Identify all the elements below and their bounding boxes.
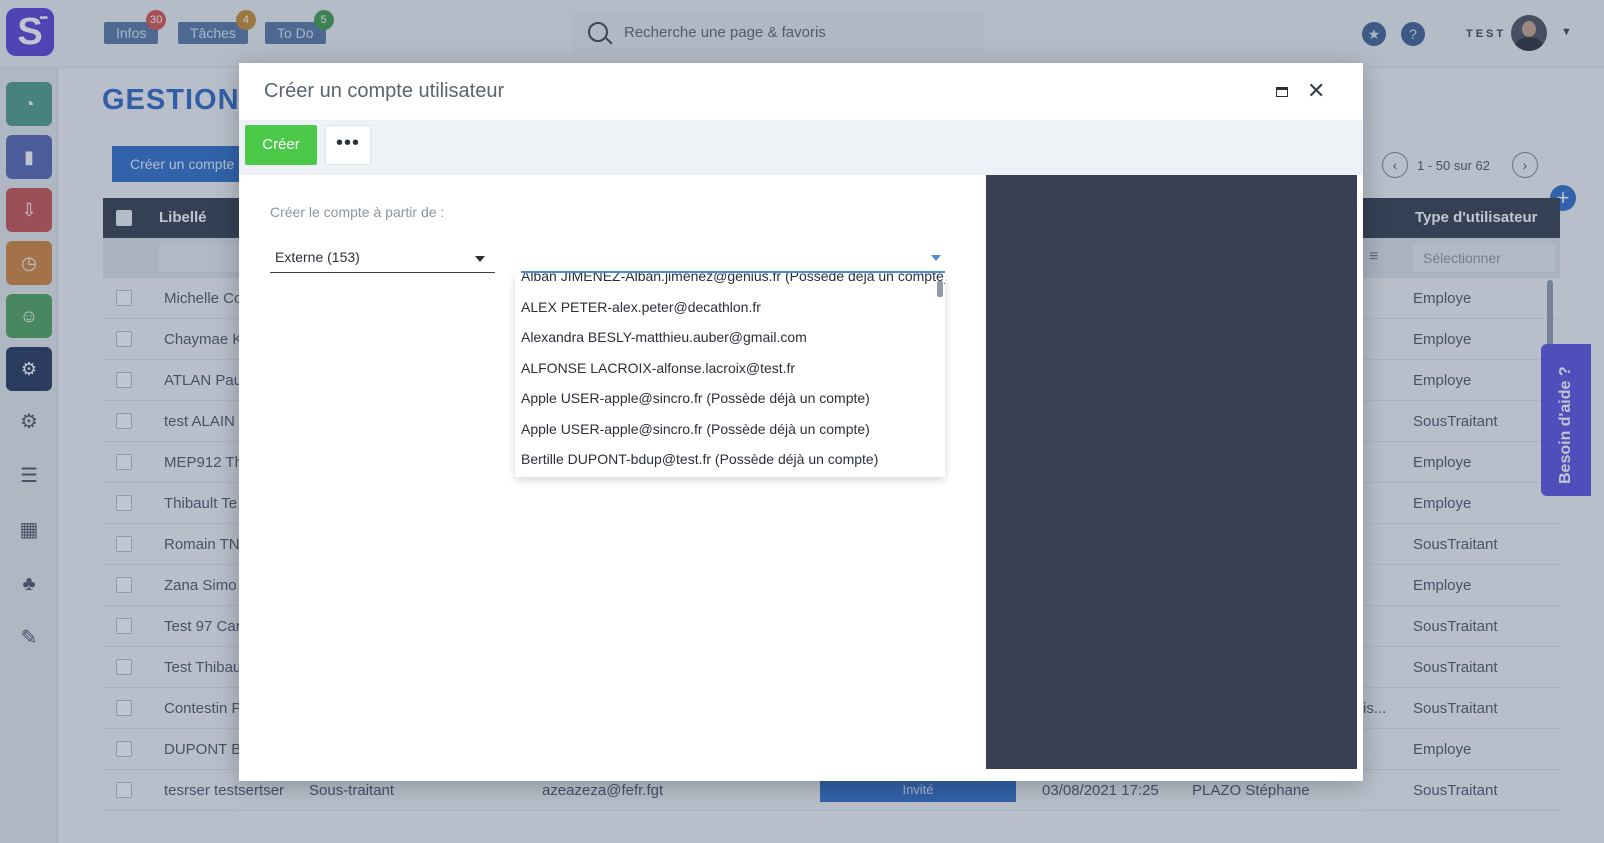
list-item[interactable]: Apple USER-apple@sincro.fr (Possède déjà… (521, 414, 870, 444)
contact-dropdown-list: Alban JIMENEZ-Alban.jimenez@genius.fr (P… (515, 273, 945, 477)
modal-toolbar: Créer ••• (239, 121, 1363, 175)
source-label: Créer le compte à partir de : (270, 204, 445, 220)
list-item[interactable]: Alban JIMENEZ-Alban.jimenez@genius.fr (P… (521, 273, 945, 291)
modal-title: Créer un compte utilisateur (264, 80, 505, 102)
dropdown-scrollbar[interactable] (937, 281, 943, 297)
list-item[interactable]: ALFONSE LACROIX-alfonse.lacroix@test.fr (521, 353, 795, 383)
close-icon[interactable]: ✕ (1307, 79, 1325, 103)
source-select-value: Externe (153) (275, 249, 360, 265)
contact-combobox[interactable] (521, 243, 945, 273)
maximize-icon[interactable] (1276, 87, 1288, 97)
create-user-modal: Créer un compte utilisateur ✕ Créer ••• … (239, 63, 1363, 781)
list-item[interactable]: Apple USER-apple@sincro.fr (Possède déjà… (521, 383, 870, 413)
modal-body: Créer le compte à partir de : Externe (1… (245, 175, 1357, 769)
chevron-down-icon (475, 256, 485, 262)
chevron-down-icon[interactable] (931, 255, 941, 261)
contact-search-input[interactable] (521, 247, 901, 269)
list-item[interactable]: Alexandra BESLY-matthieu.auber@gmail.com (521, 322, 807, 352)
create-button[interactable]: Créer (245, 125, 317, 165)
preview-panel (986, 175, 1357, 769)
modal-header: Créer un compte utilisateur ✕ (239, 63, 1363, 121)
source-select[interactable]: Externe (153) (270, 243, 495, 273)
list-item[interactable]: ALEX PETER-alex.peter@decathlon.fr (521, 292, 761, 322)
list-item[interactable]: Bertille DUPONT-bdup@test.fr (Possède dé… (521, 444, 878, 474)
more-actions-button[interactable]: ••• (325, 125, 371, 165)
